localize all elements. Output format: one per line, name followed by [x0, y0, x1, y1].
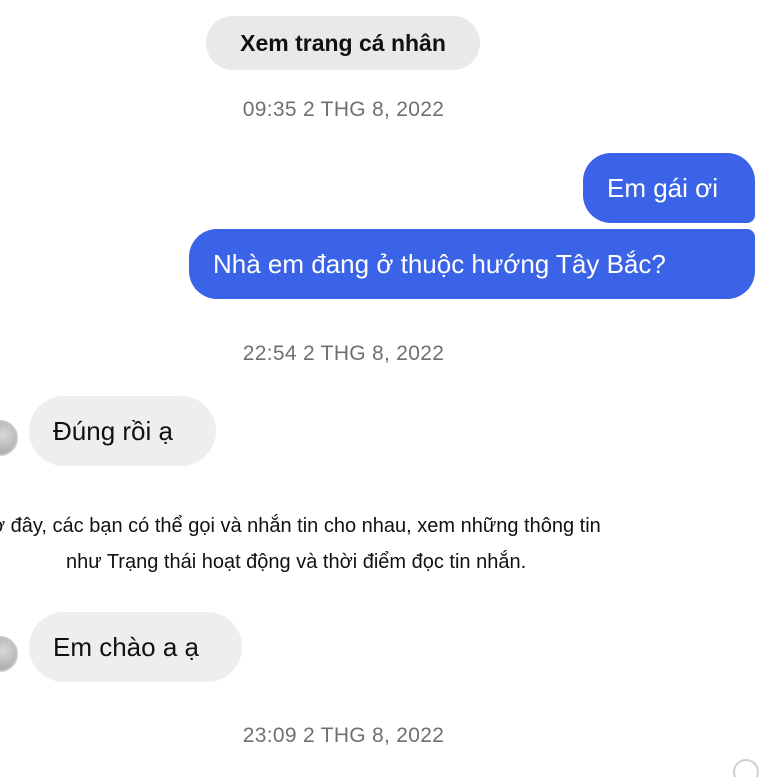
notice-line: ở đây, các bạn có thể gọi và nhắn tin ch… — [0, 515, 601, 537]
message-bubble-outgoing[interactable]: Em gái ơi — [583, 153, 755, 223]
timestamp: 22:54 2 THG 8, 2022 — [242, 342, 445, 365]
message-bubble-outgoing[interactable]: Nhà em đang ở thuộc hướng Tây Bắc? — [189, 229, 755, 299]
contact-avatar[interactable] — [0, 636, 18, 672]
chat-thread: Xem trang cá nhân 09:35 2 THG 8, 2022 Em… — [0, 0, 771, 777]
message-bubble-incoming[interactable]: Đúng rồi ạ — [29, 396, 216, 466]
message-text: Đúng rồi ạ — [53, 415, 173, 446]
message-bubble-incoming[interactable]: Em chào a ạ — [29, 612, 242, 682]
view-profile-button[interactable]: Xem trang cá nhân — [206, 16, 480, 70]
timestamp: 09:35 2 THG 8, 2022 — [242, 98, 445, 121]
message-text: Em gái ơi — [607, 172, 718, 203]
message-text: Em chào a ạ — [53, 631, 199, 662]
contact-avatar[interactable] — [0, 420, 18, 456]
notice-line: như Trạng thái hoạt động và thời điểm đọ… — [66, 551, 527, 573]
read-receipt-icon — [733, 759, 759, 777]
timestamp: 23:09 2 THG 8, 2022 — [242, 724, 445, 747]
message-text: Nhà em đang ở thuộc hướng Tây Bắc? — [213, 248, 666, 279]
